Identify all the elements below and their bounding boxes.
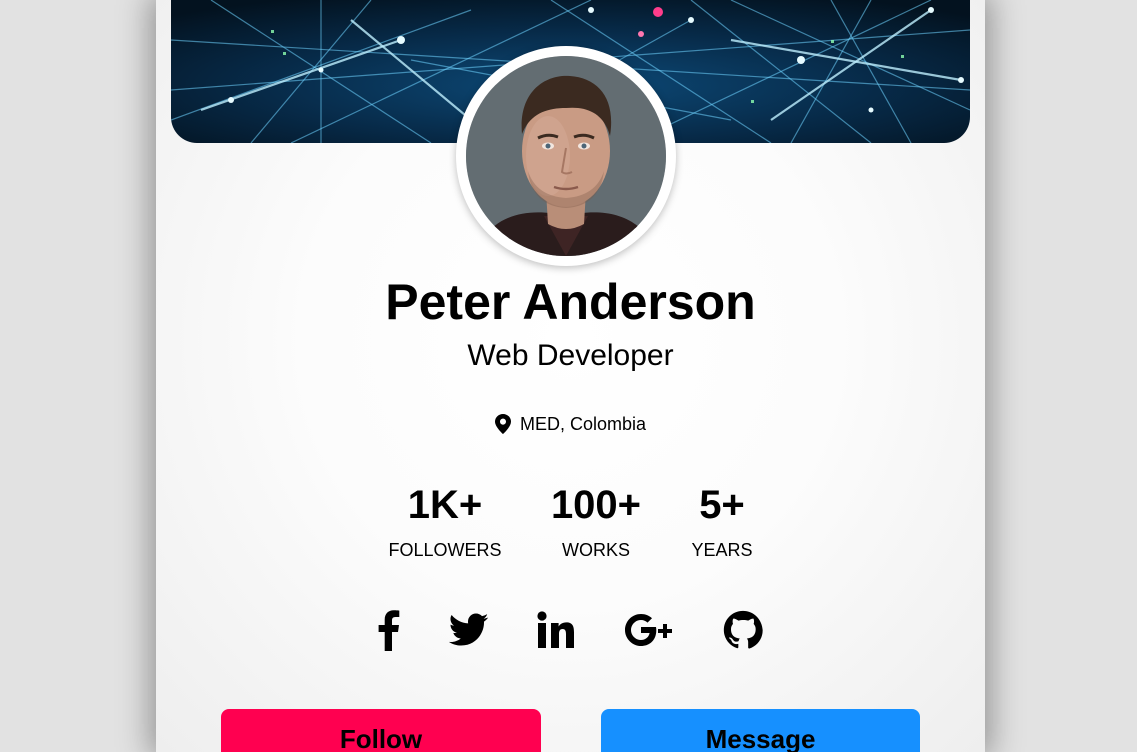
github-link[interactable] — [721, 608, 765, 652]
google-plus-link[interactable] — [624, 608, 676, 652]
stat-value: 100+ — [550, 483, 642, 527]
map-pin-icon — [494, 414, 511, 434]
stat-works: 100+ WORKS — [536, 482, 656, 561]
stat-value: 5+ — [699, 483, 745, 527]
stat-label: YEARS — [691, 540, 753, 560]
facebook-icon — [378, 610, 400, 651]
stat-label: WORKS — [561, 540, 630, 560]
profile-photo — [466, 56, 666, 256]
google-plus-icon — [625, 614, 672, 646]
location: MED, Colombia — [156, 413, 985, 435]
stat-followers: 1K+ FOLLOWERS — [385, 482, 505, 561]
twitter-icon — [449, 613, 489, 646]
stat-years: 5+ YEARS — [662, 482, 782, 561]
stat-label: FOLLOWERS — [388, 540, 502, 560]
profile-name: Peter Anderson — [385, 274, 756, 330]
profile-card: Peter Anderson Web Developer MED, Colomb… — [156, 0, 985, 752]
location-text: MED, Colombia — [519, 414, 647, 434]
twitter-link[interactable] — [447, 608, 491, 652]
message-button[interactable]: Message — [601, 709, 920, 752]
profile-role: Web Developer — [467, 339, 674, 372]
stat-value: 1K+ — [407, 483, 483, 527]
github-icon — [723, 610, 763, 649]
linkedin-icon — [537, 611, 574, 648]
linkedin-link[interactable] — [534, 608, 578, 652]
avatar — [456, 46, 676, 266]
facebook-link[interactable] — [366, 608, 410, 652]
follow-button[interactable]: Follow — [221, 709, 541, 752]
